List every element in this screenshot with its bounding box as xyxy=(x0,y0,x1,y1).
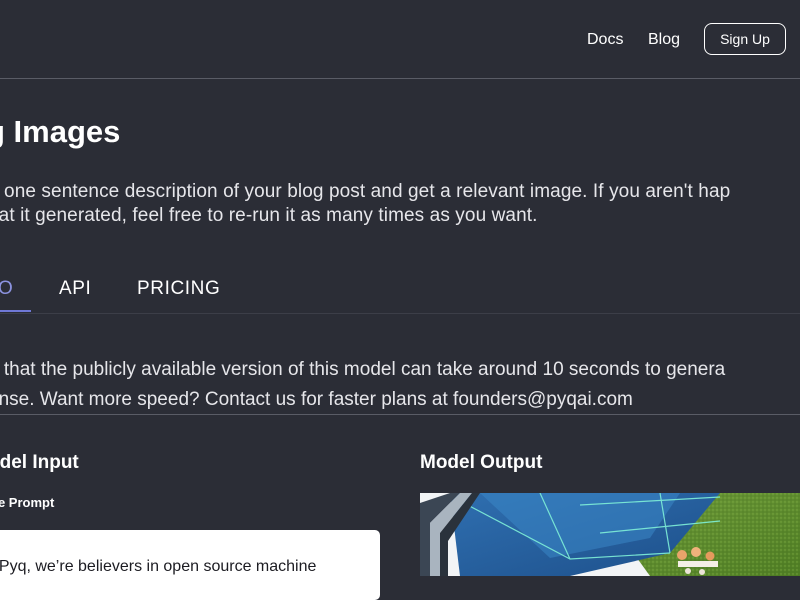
generated-image xyxy=(420,493,800,576)
page-title: g Images xyxy=(0,114,121,149)
tab-pricing[interactable]: PRICING xyxy=(137,278,220,300)
header-divider xyxy=(0,78,800,79)
notice-line-2: onse. Want more speed? Contact us for fa… xyxy=(0,389,633,410)
notice-divider xyxy=(0,414,800,415)
sign-up-label: Sign Up xyxy=(720,31,770,47)
description-line-2: hat it generated, feel free to re-run it… xyxy=(0,205,538,226)
model-input-title: odel Input xyxy=(0,452,79,473)
logo[interactable]: q xyxy=(0,30,1,52)
model-output-title: Model Output xyxy=(420,452,543,473)
sign-up-button[interactable]: Sign Up xyxy=(704,23,786,55)
tab-api[interactable]: API xyxy=(59,278,91,300)
image-prompt-input[interactable]: t Pyq, we’re believers in open source ma… xyxy=(0,530,380,600)
notice-line-1: e that the publicly available version of… xyxy=(0,359,726,380)
tabs-divider xyxy=(0,313,800,314)
description-line-1: n one sentence description of your blog … xyxy=(0,181,731,202)
tab-demo[interactable]: O xyxy=(0,278,13,300)
image-prompt-value: t Pyq, we’re believers in open source ma… xyxy=(0,558,317,575)
nav-blog-link[interactable]: Blog xyxy=(648,31,680,49)
active-tab-indicator xyxy=(0,310,31,312)
image-prompt-label: ge Prompt xyxy=(0,495,55,510)
nav-docs-link[interactable]: Docs xyxy=(587,31,623,49)
